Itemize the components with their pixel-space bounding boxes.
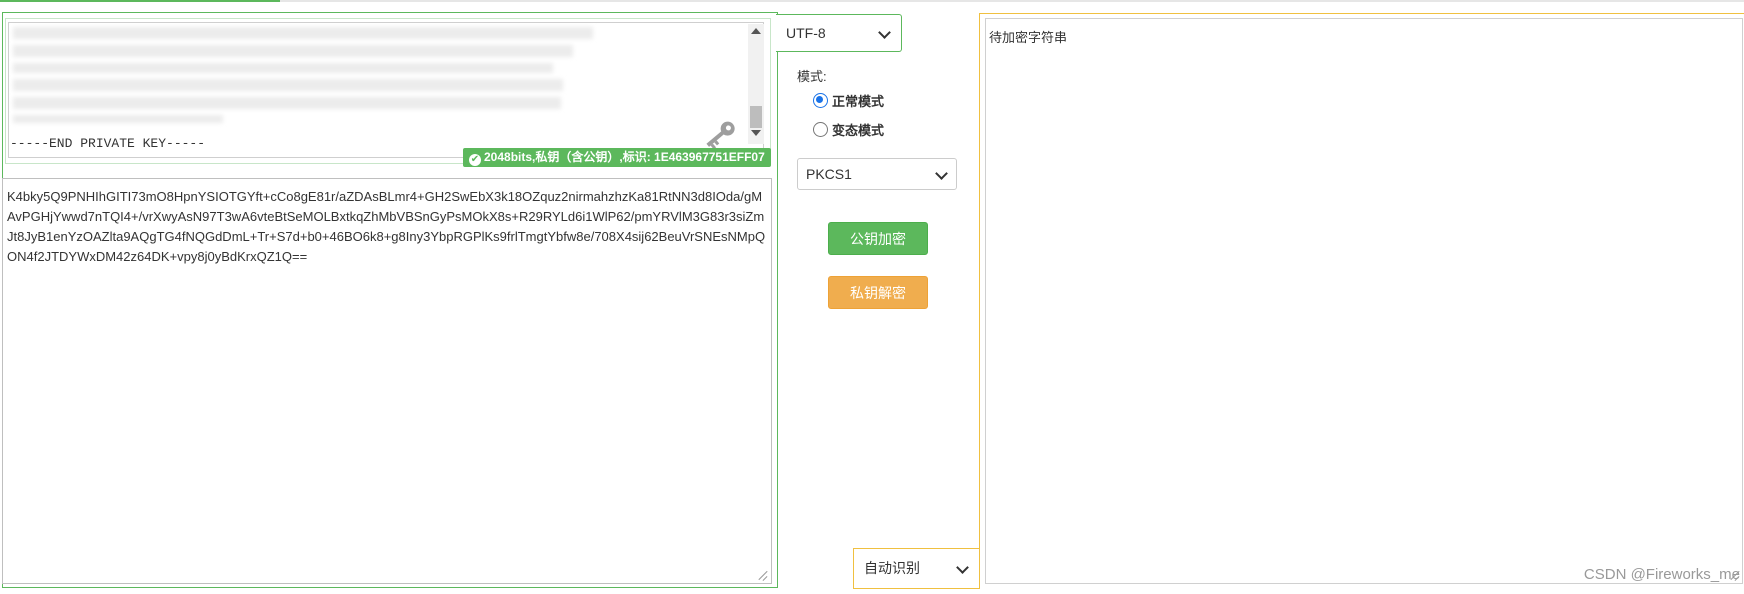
charset-value: UTF-8: [786, 25, 826, 41]
private-key-end-line: -----END PRIVATE KEY-----: [10, 136, 206, 151]
chevron-down-icon: [956, 561, 969, 574]
mode-variant-label: 变态模式: [832, 123, 885, 138]
output-format-select[interactable]: 自动识别: [853, 548, 979, 589]
plaintext-textarea[interactable]: 待加密字符串: [985, 18, 1743, 584]
private-key-decrypt-button[interactable]: 私钥解密: [828, 276, 928, 309]
resize-grip-icon[interactable]: [758, 570, 768, 580]
charset-select[interactable]: UTF-8: [776, 14, 902, 52]
key-info-text: 2048bits,私钥（含公钥）,标识: 1E463967751EFF07: [484, 150, 765, 164]
ciphertext-value: K4bky5Q9PNHIhGITI73mO8HpnYSIOTGYft+cCo8g…: [7, 189, 766, 264]
key-info-badge: ✔ 2048bits,私钥（含公钥）,标识: 1E463967751EFF07: [463, 148, 771, 167]
output-format-value: 自动识别: [864, 560, 920, 576]
mode-normal-radio[interactable]: [813, 93, 828, 108]
public-key-encrypt-button[interactable]: 公钥加密: [828, 222, 928, 255]
key-icon: [706, 121, 735, 150]
chevron-down-icon: [935, 167, 948, 180]
mode-variant-option[interactable]: 变态模式: [813, 120, 884, 139]
padding-select[interactable]: PKCS1: [797, 158, 957, 190]
plaintext-value: 待加密字符串: [989, 30, 1068, 45]
check-circle-icon: ✔: [469, 154, 481, 166]
mode-variant-radio[interactable]: [813, 122, 828, 137]
scroll-thumb[interactable]: [750, 106, 762, 128]
scroll-down-arrow-icon[interactable]: [751, 130, 761, 136]
chevron-down-icon: [878, 26, 891, 39]
mode-label: 模式:: [797, 69, 827, 84]
ciphertext-textarea[interactable]: K4bky5Q9PNHIhGITI73mO8HpnYSIOTGYft+cCo8g…: [2, 178, 772, 584]
mode-normal-label: 正常模式: [832, 94, 885, 109]
scroll-up-arrow-icon[interactable]: [751, 28, 761, 34]
padding-value: PKCS1: [806, 166, 852, 182]
watermark: CSDN @Fireworks_me: [1583, 566, 1740, 583]
active-tab-indicator: [0, 0, 280, 2]
mode-normal-option[interactable]: 正常模式: [813, 91, 884, 110]
